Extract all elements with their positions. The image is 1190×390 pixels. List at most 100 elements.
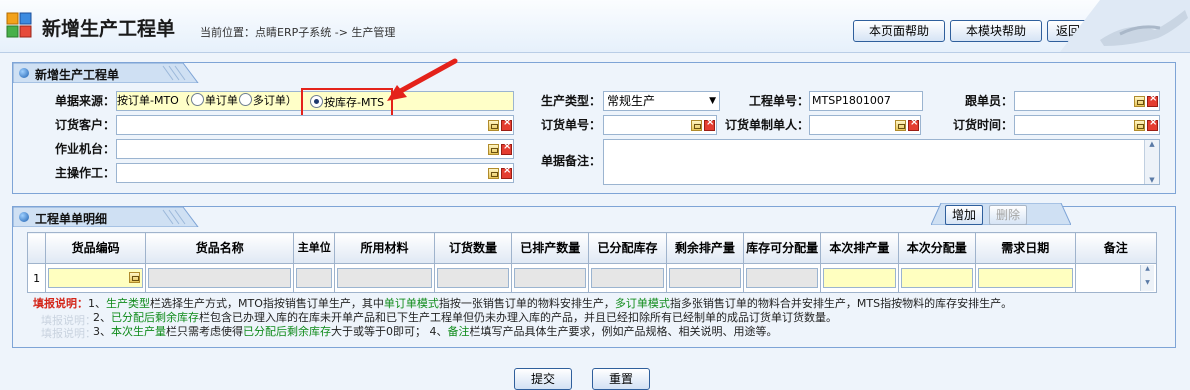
operator-label: 主操作工： <box>54 166 115 180</box>
machine-field[interactable] <box>116 139 514 159</box>
eng-no-field[interactable]: MTSP1801007 <box>809 91 923 111</box>
detail-title: 工程单单明细 <box>35 212 108 226</box>
cell-scheduled-qty <box>511 263 590 293</box>
remark-textarea[interactable]: ▲ ▼ <box>603 139 1160 185</box>
operator-field[interactable] <box>116 163 514 183</box>
scheduled-qty-input <box>514 268 587 288</box>
notes-line1-content: 1、生产类型栏选择生产方式，MTO指按销售订单生产，其中单订单模式指按一张销售订… <box>88 297 1012 310</box>
select-picker-icon[interactable] <box>895 120 906 131</box>
select-picker-icon[interactable] <box>691 120 702 131</box>
order-time-field[interactable] <box>1014 115 1160 135</box>
clear-icon[interactable] <box>1147 117 1158 131</box>
allocated-stock-input <box>591 268 664 288</box>
scroll-up-icon[interactable]: ▲ <box>1145 140 1159 148</box>
order-no-field[interactable] <box>603 115 717 135</box>
col-header: 需求日期 <box>974 232 1076 264</box>
follower-label: 跟单员： <box>964 94 1013 108</box>
col-header: 订货数量 <box>433 232 513 264</box>
notes-segment: 栏选择生产方式，MTO指按销售订单生产，其中 <box>150 297 384 310</box>
remark-scrollbar[interactable]: ▲ ▼ <box>1144 140 1159 184</box>
select-picker-icon[interactable] <box>488 144 499 155</box>
radio-multi-order[interactable] <box>238 93 252 106</box>
prod-type-select[interactable]: 常规生产 ▼ <box>603 91 720 111</box>
notes-line2-content: 2、已分配后剩余库存栏包含已办理入库的在库未开单产品和已下生产工程单但仍未办理入… <box>93 311 837 324</box>
notes-line-1: 填报说明：1、生产类型栏选择生产方式，MTO指按销售订单生产，其中单订单模式指按… <box>33 297 1012 311</box>
col-header: 已分配库存 <box>588 232 667 264</box>
remark-cell-scrollbar[interactable]: ▲ ▼ <box>1140 265 1154 291</box>
follower-field[interactable] <box>1014 91 1160 111</box>
notes-segment: 指按一张销售订单的物料安排生产， <box>438 297 615 310</box>
panel-bullet-icon <box>19 68 29 78</box>
detail-tab: 工程单单明细 <box>13 207 213 227</box>
prod-type-value: 常规生产 <box>607 94 656 108</box>
calendar-picker-icon[interactable] <box>1134 120 1145 131</box>
cell-material <box>334 263 435 293</box>
customer-label: 订货客户： <box>54 118 115 132</box>
notes-segment: 栏填写产品具体生产要求，例如产品规格、相关说明、用途等。 <box>469 325 778 338</box>
clear-icon[interactable] <box>501 117 512 131</box>
eng-no-value: MTSP1801007 <box>812 94 891 107</box>
clear-icon[interactable] <box>501 165 512 179</box>
delete-row-button[interactable]: 删除 <box>989 205 1027 225</box>
col-header: 库存可分配量 <box>742 232 822 264</box>
add-row-button[interactable]: 增加 <box>945 205 983 225</box>
notes-segment: 3、 <box>93 325 111 338</box>
select-picker-icon[interactable] <box>488 120 499 131</box>
notes-segment: 本次生产量 <box>111 325 166 338</box>
reset-button[interactable]: 重置 <box>592 368 650 390</box>
customer-field[interactable] <box>116 115 514 135</box>
page-title: 新增生产工程单 <box>42 18 176 40</box>
clear-icon[interactable] <box>501 141 512 155</box>
panel-bullet-icon <box>19 212 29 222</box>
radio-stock-wrapper: 按库存-MTS <box>309 94 384 112</box>
col-header: 剩余排产量 <box>665 232 744 264</box>
this-allocation-input[interactable] <box>900 268 973 288</box>
notes-line3-content: 3、本次生产量栏只需考虑使得已分配后剩余库存大于或等于0即可； 4、备注栏填写产… <box>93 325 778 338</box>
module-help-button[interactable]: 本模块帮助 <box>950 20 1042 42</box>
main-form-title: 新增生产工程单 <box>35 68 120 82</box>
notes-line-3: 3、本次生产量栏只需考虑使得已分配后剩余库存大于或等于0即可； 4、备注栏填写产… <box>93 325 778 339</box>
col-header: 已排产数量 <box>511 232 590 264</box>
notes-segment: 备注 <box>447 325 470 338</box>
ghost-text: 填报说明： <box>41 327 96 340</box>
select-picker-icon[interactable] <box>1134 96 1145 107</box>
notes-label: 填报说明： <box>33 297 88 310</box>
notes-segment: 多订单模式 <box>614 297 670 310</box>
col-header: 货品编码 <box>45 232 146 264</box>
demand-date-input[interactable] <box>977 268 1073 288</box>
product-name-input <box>147 268 292 288</box>
this-production-input[interactable] <box>823 268 896 288</box>
cell-demand-date[interactable] <box>974 263 1076 293</box>
radio-single-order[interactable] <box>190 93 204 106</box>
notes-segment: 1、 <box>88 297 106 310</box>
cell-this-production[interactable] <box>820 263 899 293</box>
table-header-row: 货品编码 货品名称 主单位 所用材料 订货数量 已排产数量 已分配库存 剩余排产… <box>26 232 1158 264</box>
cell-available-stock <box>742 263 822 293</box>
source-label: 单据来源： <box>54 94 115 108</box>
submit-button[interactable]: 提交 <box>514 368 572 390</box>
clear-icon[interactable] <box>1147 93 1158 107</box>
product-code-input[interactable] <box>48 268 143 288</box>
scroll-down-icon[interactable]: ▼ <box>1145 176 1159 184</box>
app-logo-icon <box>6 12 32 38</box>
radio-stock[interactable] <box>310 95 323 108</box>
col-header: 本次排产量 <box>820 232 899 264</box>
select-picker-icon[interactable] <box>488 168 499 179</box>
col-header: 主单位 <box>293 232 336 264</box>
page-help-button[interactable]: 本页面帮助 <box>853 20 945 42</box>
cell-this-allocation[interactable] <box>897 263 976 293</box>
select-picker-icon[interactable] <box>128 272 140 283</box>
available-stock-input <box>745 268 819 288</box>
notes-segment: 单订单模式 <box>383 297 439 310</box>
cell-remark[interactable]: ▲ ▼ <box>1074 263 1158 293</box>
order-maker-field[interactable] <box>809 115 921 135</box>
cell-remaining-qty <box>665 263 744 293</box>
row-index: 1 <box>26 263 47 293</box>
radio-stock-label: 按库存-MTS <box>324 96 385 109</box>
breadcrumb: 当前位置：点睛ERP子系统 -> 生产管理 <box>200 26 396 39</box>
cell-product-code[interactable] <box>45 263 146 293</box>
clear-icon[interactable] <box>908 117 919 131</box>
eng-no-label: 工程单号： <box>748 94 809 108</box>
remark-cell-textarea[interactable]: ▲ ▼ <box>1077 265 1154 291</box>
main-form-panel: 新增生产工程单 单据来源： 按订单-MTO（ 单订单 多订单） 按库存-MTS 生产… <box>12 58 1176 194</box>
